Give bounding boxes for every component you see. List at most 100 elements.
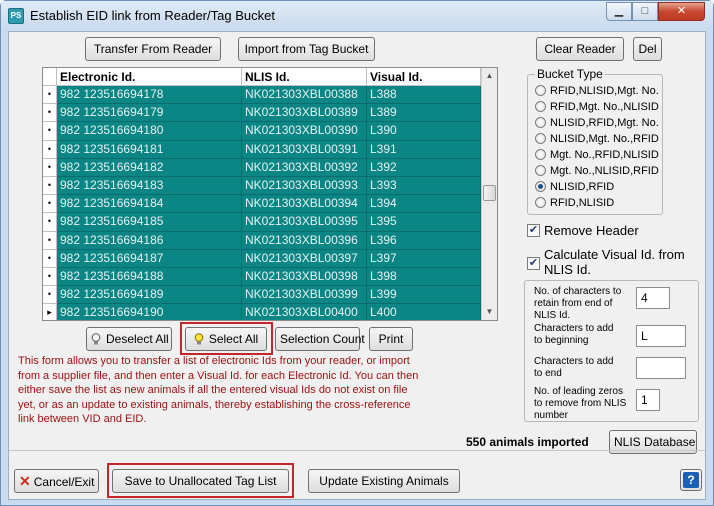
cell-visual-id[interactable]: L389 bbox=[367, 104, 481, 123]
column-header-visual-id[interactable]: Visual Id. bbox=[367, 68, 481, 86]
row-marker[interactable]: • bbox=[43, 249, 57, 268]
close-button[interactable]: ✕ bbox=[658, 2, 705, 21]
row-marker[interactable]: • bbox=[43, 213, 57, 232]
bucket-type-option[interactable]: RFID,NLISID bbox=[535, 196, 614, 211]
table-row[interactable]: • 982 123516694187 NK021303XBL00397 L397 bbox=[43, 249, 481, 268]
cell-visual-id[interactable]: L388 bbox=[367, 86, 481, 105]
bucket-type-option[interactable]: Mgt. No.,RFID,NLISID bbox=[535, 148, 659, 163]
chars-add-begin-input[interactable]: L bbox=[636, 325, 686, 347]
cell-nlis-id[interactable]: NK021303XBL00397 bbox=[242, 249, 367, 268]
chars-add-end-input[interactable] bbox=[636, 357, 686, 379]
del-button[interactable]: Del bbox=[633, 37, 662, 61]
cell-electronic-id[interactable]: 982 123516694185 bbox=[57, 213, 242, 232]
cell-electronic-id[interactable]: 982 123516694189 bbox=[57, 286, 242, 305]
cell-visual-id[interactable]: L396 bbox=[367, 231, 481, 250]
table-row[interactable]: • 982 123516694178 NK021303XBL00388 L388 bbox=[43, 86, 481, 105]
cell-nlis-id[interactable]: NK021303XBL00395 bbox=[242, 213, 367, 232]
cell-electronic-id[interactable]: 982 123516694181 bbox=[57, 140, 242, 159]
radio-button-icon[interactable] bbox=[535, 133, 546, 144]
calculate-visual-checkbox[interactable]: ✔ bbox=[527, 257, 540, 270]
row-marker[interactable]: • bbox=[43, 104, 57, 123]
radio-button-icon[interactable] bbox=[535, 165, 546, 176]
cell-electronic-id[interactable]: 982 123516694184 bbox=[57, 195, 242, 214]
cell-visual-id[interactable]: L395 bbox=[367, 213, 481, 232]
row-marker[interactable]: • bbox=[43, 231, 57, 250]
minimize-button[interactable]: ▁ bbox=[606, 2, 632, 21]
transfer-from-reader-button[interactable]: Transfer From Reader bbox=[85, 37, 221, 61]
cell-visual-id[interactable]: L400 bbox=[367, 304, 481, 320]
title-bar[interactable]: PS Establish EID link from Reader/Tag Bu… bbox=[1, 1, 713, 31]
row-marker[interactable]: • bbox=[43, 122, 57, 141]
radio-button-icon[interactable] bbox=[535, 101, 546, 112]
help-button[interactable]: ? bbox=[680, 469, 702, 491]
cell-nlis-id[interactable]: NK021303XBL00390 bbox=[242, 122, 367, 141]
cell-electronic-id[interactable]: 982 123516694179 bbox=[57, 104, 242, 123]
column-header-nlis-id[interactable]: NLIS Id. bbox=[242, 68, 367, 86]
radio-button-icon[interactable] bbox=[535, 117, 546, 128]
chars-retain-input[interactable]: 4 bbox=[636, 287, 670, 309]
radio-button-icon[interactable] bbox=[535, 85, 546, 96]
maximize-button[interactable]: □ bbox=[632, 2, 658, 21]
table-row[interactable]: • 982 123516694183 NK021303XBL00393 L393 bbox=[43, 176, 481, 196]
remove-header-checkbox[interactable]: ✔ bbox=[527, 224, 540, 237]
import-from-tag-bucket-button[interactable]: Import from Tag Bucket bbox=[238, 37, 375, 61]
cell-visual-id[interactable]: L390 bbox=[367, 122, 481, 141]
grid-scrollbar[interactable]: ▲ ▼ bbox=[481, 68, 497, 320]
update-existing-animals-button[interactable]: Update Existing Animals bbox=[308, 469, 460, 493]
cell-visual-id[interactable]: L393 bbox=[367, 176, 481, 196]
cell-electronic-id[interactable]: 982 123516694187 bbox=[57, 249, 242, 268]
cell-visual-id[interactable]: L394 bbox=[367, 195, 481, 214]
table-row[interactable]: • 982 123516694181 NK021303XBL00391 L391 bbox=[43, 140, 481, 159]
leading-zeros-input[interactable]: 1 bbox=[636, 389, 660, 411]
cell-visual-id[interactable]: L397 bbox=[367, 249, 481, 268]
eid-grid[interactable]: Electronic Id. NLIS Id. Visual Id. • 982 … bbox=[42, 67, 498, 321]
column-header-electronic-id[interactable]: Electronic Id. bbox=[57, 68, 242, 86]
cell-nlis-id[interactable]: NK021303XBL00396 bbox=[242, 231, 367, 250]
cell-electronic-id[interactable]: 982 123516694188 bbox=[57, 267, 242, 287]
radio-button-icon[interactable] bbox=[535, 197, 546, 208]
bucket-type-option[interactable]: RFID,NLISID,Mgt. No. bbox=[535, 84, 659, 99]
cell-nlis-id[interactable]: NK021303XBL00398 bbox=[242, 267, 367, 287]
row-marker[interactable]: • bbox=[43, 86, 57, 105]
cell-nlis-id[interactable]: NK021303XBL00388 bbox=[242, 86, 367, 105]
cell-nlis-id[interactable]: NK021303XBL00392 bbox=[242, 158, 367, 177]
cell-electronic-id[interactable]: 982 123516694178 bbox=[57, 86, 242, 105]
table-row[interactable]: • 982 123516694185 NK021303XBL00395 L395 bbox=[43, 213, 481, 232]
bucket-type-option[interactable]: NLISID,RFID,Mgt. No. bbox=[535, 116, 659, 131]
radio-button-icon[interactable] bbox=[535, 149, 546, 160]
cell-visual-id[interactable]: L392 bbox=[367, 158, 481, 177]
scroll-up-icon[interactable]: ▲ bbox=[482, 68, 497, 84]
cell-visual-id[interactable]: L398 bbox=[367, 267, 481, 287]
cell-nlis-id[interactable]: NK021303XBL00391 bbox=[242, 140, 367, 159]
cell-electronic-id[interactable]: 982 123516694183 bbox=[57, 176, 242, 196]
row-marker[interactable]: • bbox=[43, 140, 57, 159]
table-row[interactable]: ▸ 982 123516694190 NK021303XBL00400 L400 bbox=[43, 304, 481, 320]
table-row[interactable]: • 982 123516694180 NK021303XBL00390 L390 bbox=[43, 122, 481, 141]
cell-visual-id[interactable]: L391 bbox=[367, 140, 481, 159]
radio-button-icon[interactable] bbox=[535, 181, 546, 192]
row-marker[interactable]: • bbox=[43, 158, 57, 177]
row-marker[interactable]: • bbox=[43, 267, 57, 287]
table-row[interactable]: • 982 123516694189 NK021303XBL00399 L399 bbox=[43, 286, 481, 305]
cell-electronic-id[interactable]: 982 123516694186 bbox=[57, 231, 242, 250]
cancel-exit-button[interactable]: ✕ Cancel/Exit bbox=[14, 469, 99, 493]
cell-electronic-id[interactable]: 982 123516694182 bbox=[57, 158, 242, 177]
table-row[interactable]: • 982 123516694186 NK021303XBL00396 L396 bbox=[43, 231, 481, 250]
deselect-all-button[interactable]: Deselect All bbox=[86, 327, 172, 351]
cell-visual-id[interactable]: L399 bbox=[367, 286, 481, 305]
cell-nlis-id[interactable]: NK021303XBL00399 bbox=[242, 286, 367, 305]
cell-nlis-id[interactable]: NK021303XBL00389 bbox=[242, 104, 367, 123]
scroll-down-icon[interactable]: ▼ bbox=[482, 304, 497, 320]
scroll-thumb[interactable] bbox=[483, 185, 496, 201]
table-row[interactable]: • 982 123516694184 NK021303XBL00394 L394 bbox=[43, 195, 481, 214]
row-marker[interactable]: • bbox=[43, 176, 57, 196]
cell-electronic-id[interactable]: 982 123516694190 bbox=[57, 304, 242, 320]
cell-nlis-id[interactable]: NK021303XBL00393 bbox=[242, 176, 367, 196]
row-marker[interactable]: ▸ bbox=[43, 304, 57, 320]
print-button[interactable]: Print bbox=[369, 327, 413, 351]
cell-electronic-id[interactable]: 982 123516694180 bbox=[57, 122, 242, 141]
selection-count-button[interactable]: Selection Count bbox=[275, 327, 365, 351]
bucket-type-option[interactable]: NLISID,RFID bbox=[535, 180, 614, 195]
cell-nlis-id[interactable]: NK021303XBL00400 bbox=[242, 304, 367, 320]
table-row[interactable]: • 982 123516694182 NK021303XBL00392 L392 bbox=[43, 158, 481, 177]
